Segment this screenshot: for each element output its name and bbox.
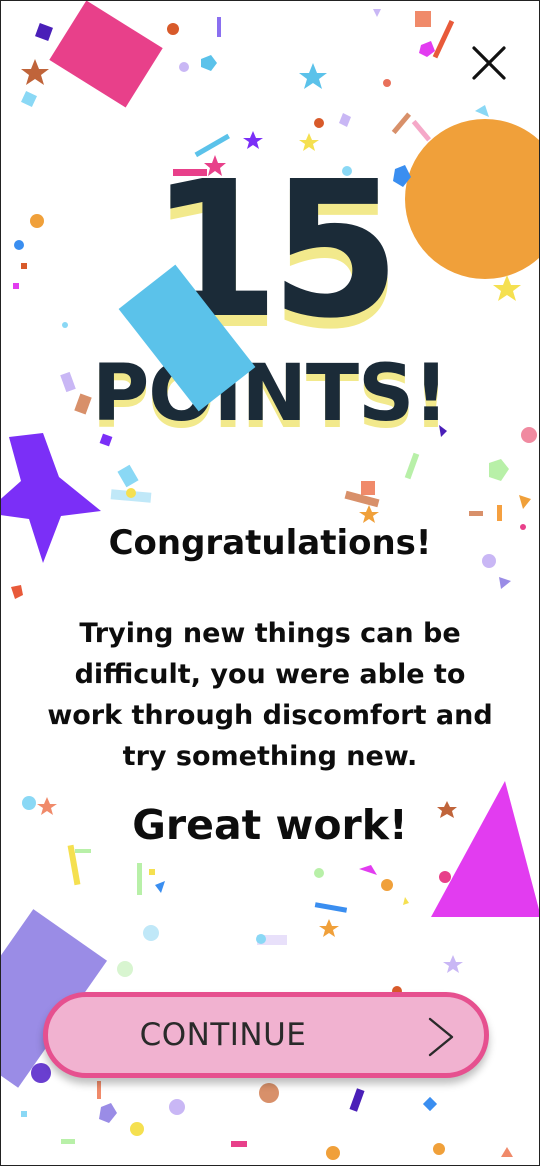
confetti-piece [314, 868, 324, 878]
confetti-piece [21, 91, 37, 107]
confetti-piece [179, 62, 189, 72]
confetti-piece [167, 23, 179, 35]
confetti-piece [137, 863, 142, 895]
confetti-piece [314, 902, 348, 913]
chevron-right-icon [428, 1017, 454, 1057]
confetti-piece [21, 59, 49, 85]
confetti-piece [126, 488, 136, 498]
confetti-piece [419, 41, 435, 57]
confetti-piece [349, 1088, 365, 1112]
confetti-piece [319, 919, 339, 937]
close-button[interactable] [467, 41, 511, 85]
confetti-piece [475, 105, 489, 117]
confetti-piece [61, 1139, 75, 1144]
confetti-piece [422, 1096, 438, 1112]
confetti-piece [99, 1103, 117, 1123]
confetti-piece [155, 881, 165, 893]
confetti-piece [391, 112, 412, 135]
confetti-piece [359, 865, 377, 875]
confetti-piece [359, 505, 379, 523]
confetti-piece [21, 1111, 27, 1117]
confetti-large-pink-rect [49, 1, 163, 108]
confetti-piece [314, 118, 324, 128]
confetti-piece [489, 459, 509, 481]
congratulations-heading: Congratulations! [108, 523, 432, 563]
confetti-piece [35, 23, 53, 41]
confetti-piece [432, 20, 455, 59]
points-celebration-screen: 15 POINTS! Congratulations! Trying new t… [0, 0, 540, 1166]
confetti-piece [256, 934, 266, 944]
confetti-piece [497, 505, 502, 521]
confetti-piece [231, 1141, 247, 1147]
confetti-piece [11, 585, 23, 599]
confetti-piece [149, 869, 155, 875]
confetti-piece [443, 955, 463, 973]
confetti-piece [75, 849, 91, 853]
continue-label: CONTINUE [139, 1017, 307, 1053]
close-icon [472, 46, 506, 80]
confetti-piece [499, 577, 511, 589]
confetti-piece [383, 79, 391, 87]
points-number: 15 [149, 141, 401, 360]
confetti-piece [433, 1143, 445, 1155]
confetti-piece [299, 63, 327, 89]
confetti-piece [169, 1099, 185, 1115]
confetti-piece [97, 1081, 101, 1099]
confetti-piece [411, 119, 432, 142]
confetti-piece [501, 1147, 513, 1157]
continue-button[interactable]: CONTINUE [43, 992, 489, 1078]
confetti-piece [404, 452, 420, 480]
confetti-piece [217, 17, 221, 37]
confetti-piece [143, 925, 159, 941]
confetti-piece [439, 871, 451, 883]
confetti-piece [259, 1083, 279, 1103]
confetti-piece [339, 113, 351, 127]
confetti-piece [117, 464, 139, 488]
great-work-text: Great work! [132, 801, 408, 849]
confetti-piece [469, 511, 483, 516]
points-word: POINTS! [92, 349, 449, 439]
confetti-piece [130, 1122, 144, 1136]
confetti-piece [201, 55, 217, 71]
confetti-piece [519, 495, 531, 509]
confetti-piece [361, 481, 375, 495]
confetti-piece [381, 879, 393, 891]
confetti-piece [117, 961, 133, 977]
confetti-piece [415, 11, 431, 27]
encouragement-message: Trying new things can be difficult, you … [47, 618, 493, 772]
confetti-piece [403, 897, 409, 905]
confetti-piece [326, 1146, 340, 1160]
confetti-piece [373, 9, 381, 17]
